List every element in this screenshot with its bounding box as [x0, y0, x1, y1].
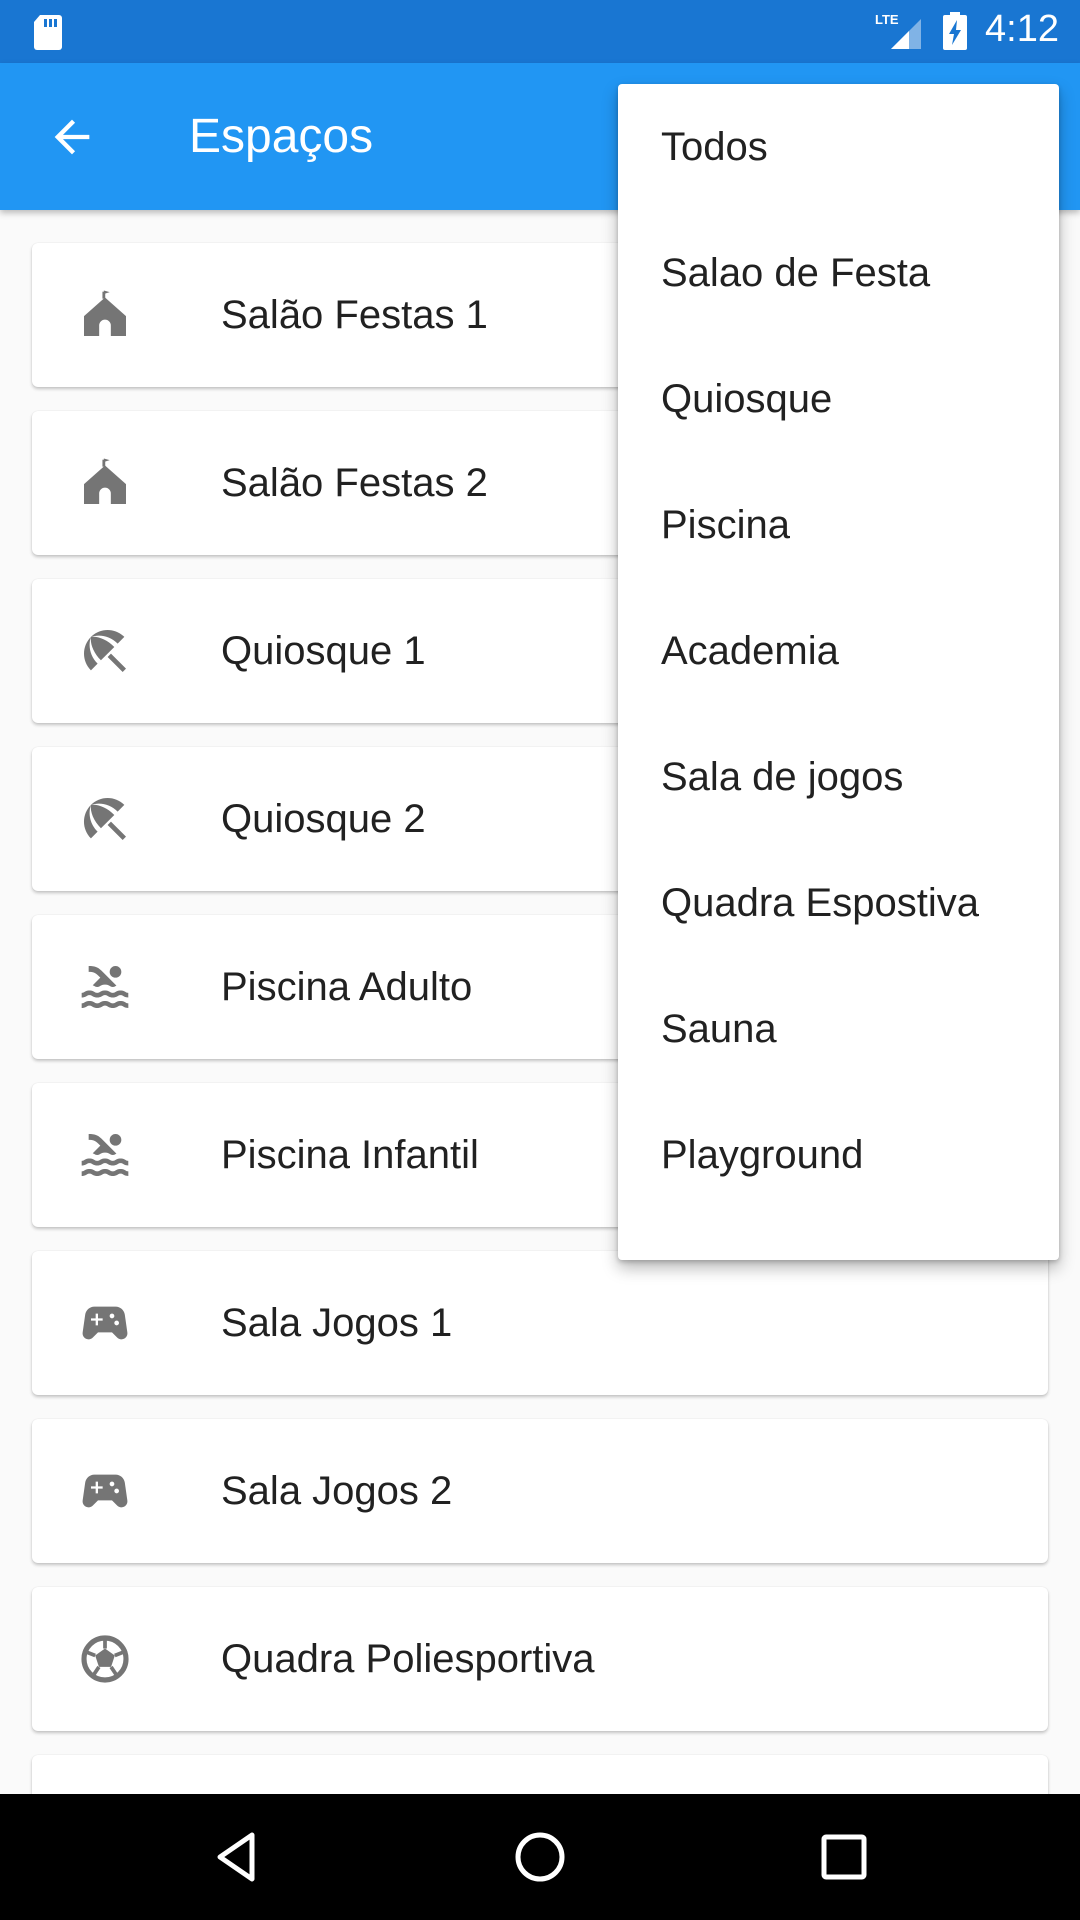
- list-item[interactable]: Quadra Poliesportiva: [32, 1587, 1048, 1731]
- lte-signal-icon: LTE: [875, 12, 921, 49]
- network-label: LTE: [875, 12, 899, 27]
- menu-item-playground[interactable]: Playground: [618, 1132, 1059, 1258]
- list-item-partial[interactable]: [32, 1755, 1048, 1794]
- navigation-bar: [0, 1794, 1080, 1920]
- soccer-ball-icon: [81, 1635, 129, 1683]
- gamepad-icon: [82, 1306, 128, 1340]
- menu-item-sauna[interactable]: Sauna: [618, 1006, 1059, 1132]
- list-item-label: Quiosque 1: [221, 629, 426, 673]
- list-item[interactable]: Sala Jogos 1: [32, 1251, 1048, 1395]
- house-icon: [84, 290, 126, 336]
- list-item-label: Piscina Infantil: [221, 1133, 479, 1177]
- list-item-label: Quadra Poliesportiva: [221, 1637, 595, 1681]
- filter-dropdown-menu: Todos Salao de Festa Quiosque Piscina Ac…: [618, 84, 1059, 1260]
- menu-item-salao-de-festa[interactable]: Salao de Festa: [618, 250, 1059, 376]
- menu-item-academia[interactable]: Academia: [618, 628, 1059, 754]
- list-item-label: Sala Jogos 2: [221, 1469, 453, 1513]
- house-icon: [84, 458, 126, 504]
- sd-card-icon: [34, 15, 62, 50]
- recents-square-icon[interactable]: [814, 1827, 874, 1887]
- menu-item-piscina[interactable]: Piscina: [618, 502, 1059, 628]
- list-item[interactable]: Sala Jogos 2: [32, 1419, 1048, 1563]
- home-circle-icon[interactable]: [510, 1827, 570, 1887]
- menu-item-quadra-espostiva[interactable]: Quadra Espostiva: [618, 880, 1059, 1006]
- gamepad-icon: [82, 1474, 128, 1508]
- status-clock: 4:12: [985, 8, 1059, 50]
- back-triangle-icon[interactable]: [206, 1827, 266, 1887]
- beach-umbrella-icon: [84, 798, 126, 840]
- menu-item-sala-de-jogos[interactable]: Sala de jogos: [618, 754, 1059, 880]
- beach-umbrella-icon: [84, 630, 126, 672]
- list-item-label: Salão Festas 1: [221, 293, 488, 337]
- pool-icon: [81, 1133, 129, 1176]
- list-item-label: Salão Festas 2: [221, 461, 488, 505]
- page-title: Espaços: [189, 110, 374, 163]
- list-item-label: Sala Jogos 1: [221, 1301, 453, 1345]
- menu-item-todos[interactable]: Todos: [618, 124, 1059, 250]
- list-item-label: Piscina Adulto: [221, 965, 473, 1009]
- status-bar: LTE 4:12: [0, 0, 1080, 63]
- list-item-label: Quiosque 2: [221, 797, 426, 841]
- pool-icon: [81, 965, 129, 1008]
- battery-charging-icon: [943, 12, 967, 50]
- arrow-back-icon[interactable]: [46, 111, 98, 163]
- menu-item-quiosque[interactable]: Quiosque: [618, 376, 1059, 502]
